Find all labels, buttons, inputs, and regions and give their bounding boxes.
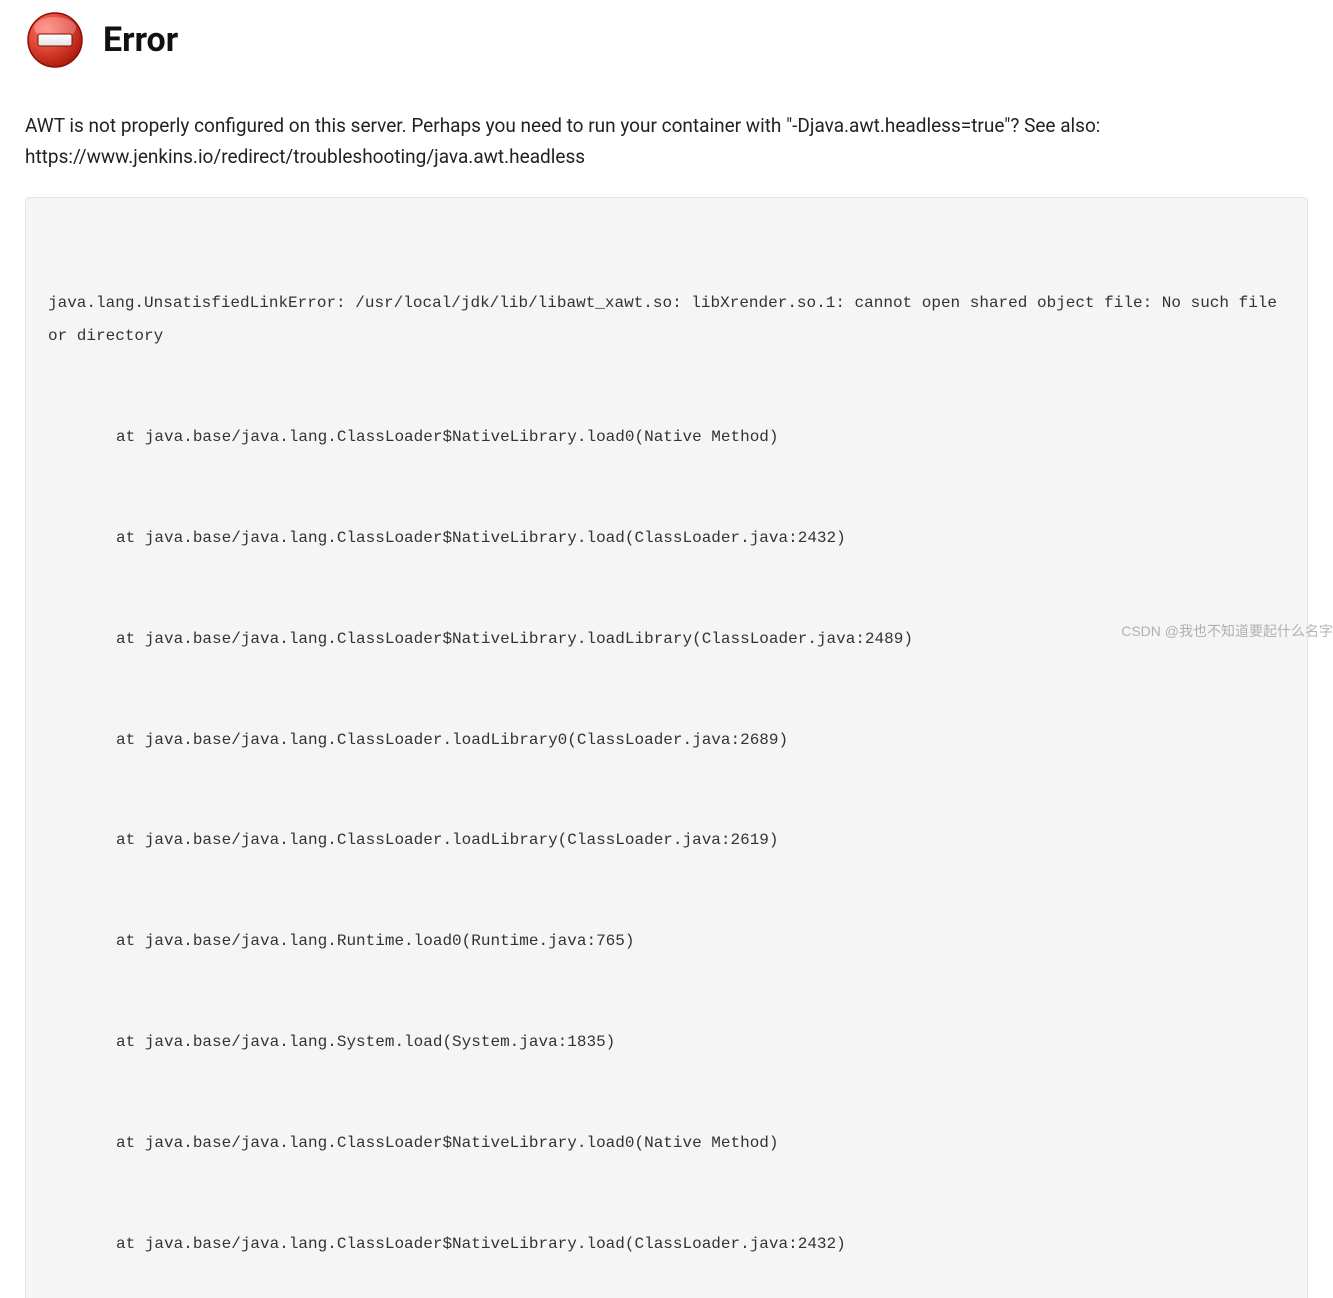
stack-line: at java.base/java.lang.ClassLoader$Nativ… xyxy=(48,1127,1285,1161)
stack-intro: java.lang.UnsatisfiedLinkError: /usr/loc… xyxy=(48,287,1285,354)
stack-line: at java.base/java.lang.ClassLoader$Nativ… xyxy=(48,421,1285,455)
stack-line: at java.base/java.lang.ClassLoader$Nativ… xyxy=(48,623,1285,657)
stack-line: at java.base/java.lang.ClassLoader$Nativ… xyxy=(48,522,1285,556)
error-header: Error xyxy=(0,0,1333,90)
stack-line: at java.base/java.lang.ClassLoader.loadL… xyxy=(48,724,1285,758)
stack-line: at java.base/java.lang.ClassLoader$Nativ… xyxy=(48,1228,1285,1262)
stack-line: at java.base/java.lang.ClassLoader.loadL… xyxy=(48,824,1285,858)
stack-line: at java.base/java.lang.Runtime.load0(Run… xyxy=(48,925,1285,959)
error-title: Error xyxy=(103,20,178,60)
error-icon xyxy=(25,10,85,70)
stack-trace-block: java.lang.UnsatisfiedLinkError: /usr/loc… xyxy=(25,197,1308,1298)
stack-line: at java.base/java.lang.System.load(Syste… xyxy=(48,1026,1285,1060)
error-message: AWT is not properly configured on this s… xyxy=(0,90,1333,197)
